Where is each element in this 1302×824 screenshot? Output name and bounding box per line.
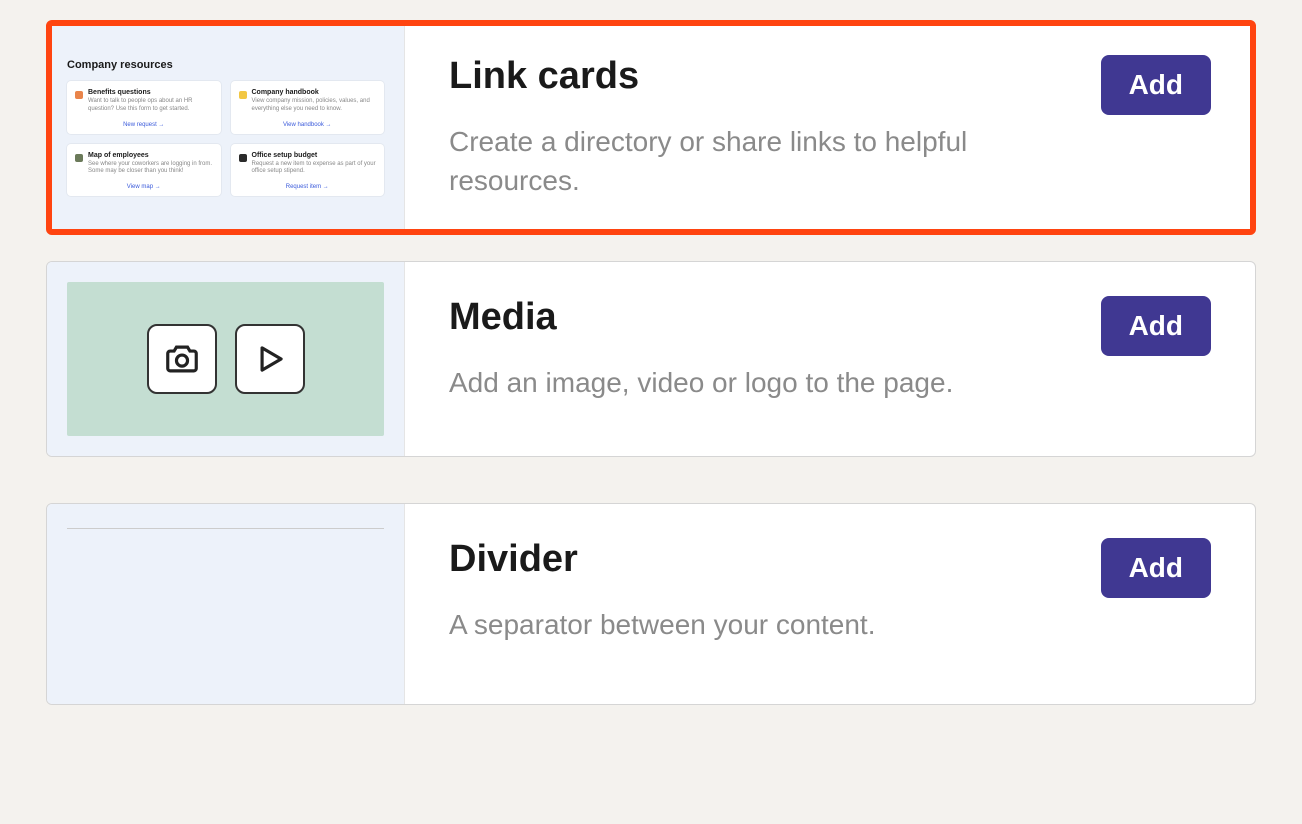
option-media: Media Add an image, video or logo to the… [46, 261, 1256, 457]
card-title: Company handbook [252, 89, 377, 96]
add-button[interactable]: Add [1101, 55, 1211, 115]
option-content: Link cards Create a directory or share l… [405, 21, 1255, 234]
link-cards-preview: Company resources Benefits questions Wan… [47, 21, 405, 234]
add-button[interactable]: Add [1101, 538, 1211, 598]
preview-card: Map of employees See where your coworker… [67, 144, 221, 197]
option-divider: Divider A separator between your content… [46, 503, 1256, 705]
card-title: Map of employees [88, 152, 213, 159]
option-description: Create a directory or share links to hel… [449, 122, 1081, 200]
card-title: Benefits questions [88, 89, 213, 96]
card-icon [75, 91, 83, 99]
preview-card: Office setup budget Request a new item t… [231, 144, 385, 197]
card-link: View map → [75, 184, 213, 190]
card-icon [75, 154, 83, 162]
media-preview-pane [47, 262, 405, 456]
card-desc: View company mission, policies, values, … [252, 98, 377, 114]
option-description: A separator between your content. [449, 605, 1081, 644]
link-cards-mockup: Company resources Benefits questions Wan… [67, 59, 384, 196]
preview-card: Benefits questions Want to talk to peopl… [67, 81, 221, 134]
card-link: View handbook → [239, 122, 377, 128]
add-button[interactable]: Add [1101, 296, 1211, 356]
preview-heading: Company resources [67, 59, 384, 71]
option-text: Divider A separator between your content… [449, 538, 1101, 644]
preview-card: Company handbook View company mission, p… [231, 81, 385, 134]
option-title: Media [449, 296, 1081, 339]
card-desc: Request a new item to expense as part of… [252, 161, 377, 177]
divider-line [67, 528, 384, 529]
option-content: Media Add an image, video or logo to the… [405, 262, 1255, 456]
divider-mockup [67, 524, 384, 684]
media-mockup [67, 282, 384, 436]
camera-icon [147, 324, 217, 394]
option-title: Divider [449, 538, 1081, 581]
play-icon [235, 324, 305, 394]
card-link: New request → [75, 122, 213, 128]
card-desc: See where your coworkers are logging in … [88, 161, 213, 177]
preview-grid: Benefits questions Want to talk to peopl… [67, 81, 384, 196]
card-desc: Want to talk to people ops about an HR q… [88, 98, 213, 114]
card-icon [239, 154, 247, 162]
card-link: Request item → [239, 184, 377, 190]
card-title: Office setup budget [252, 152, 377, 159]
option-text: Media Add an image, video or logo to the… [449, 296, 1101, 402]
divider-preview-pane [47, 504, 405, 704]
option-link-cards: Company resources Benefits questions Wan… [46, 20, 1256, 235]
option-description: Add an image, video or logo to the page. [449, 363, 1081, 402]
card-icon [239, 91, 247, 99]
option-text: Link cards Create a directory or share l… [449, 55, 1101, 200]
option-content: Divider A separator between your content… [405, 504, 1255, 704]
option-title: Link cards [449, 55, 1081, 98]
